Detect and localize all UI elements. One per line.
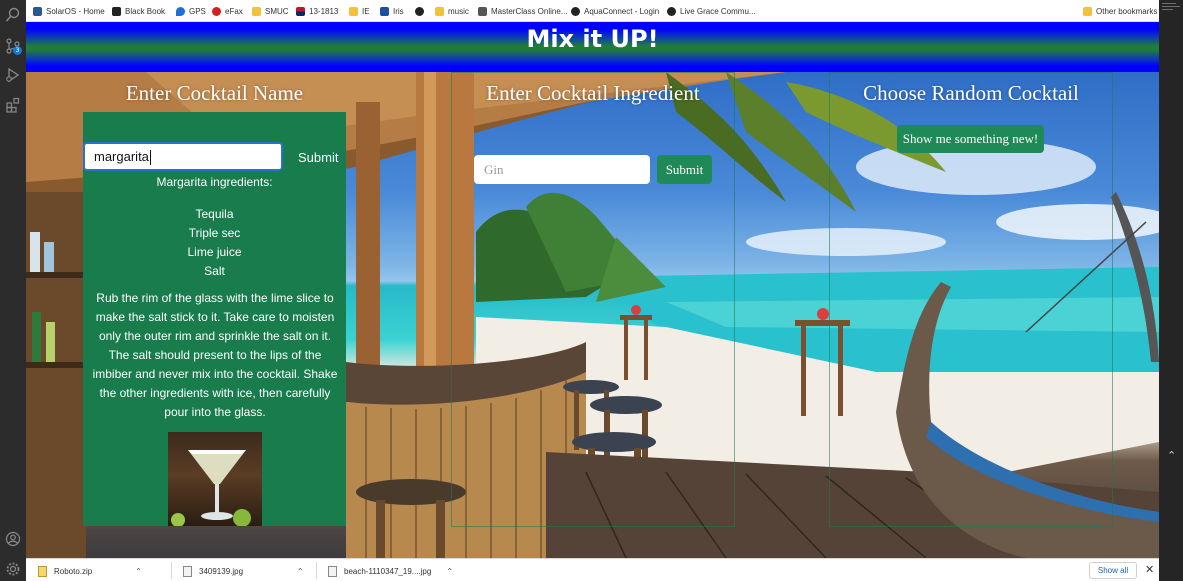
ingredient-item: Salt [204,264,225,278]
ingredient-item: Triple sec [188,226,241,240]
ingredient-column-title: Enter Cocktail Ingredient [486,81,700,105]
other-bookmarks[interactable]: Other bookmarks [1083,4,1157,18]
bookmark-label: IE [362,6,370,16]
bookmark-live-grace[interactable]: Live Grace Commu... [667,4,756,18]
chevron-up-icon[interactable]: ⌃ [1167,449,1176,462]
efax-logo-icon [212,6,221,16]
image-file-icon [328,565,337,577]
bookmark-masterclass[interactable]: MasterClass Online... [478,4,567,18]
bookmark-iris[interactable]: Iris [380,4,404,18]
bookmark-label: SMUC [265,6,289,16]
random-cocktail-button[interactable]: Show me something new! [897,125,1044,153]
run-debug-icon[interactable] [5,67,21,83]
globe-icon [667,6,676,16]
extensions-icon[interactable] [5,97,21,113]
chevron-up-icon[interactable]: ⌃ [297,567,304,576]
zip-file-icon [38,565,47,577]
bookmark-music[interactable]: music [435,4,469,18]
other-bookmarks-label: Other bookmarks [1096,6,1158,16]
download-filename: beach-1110347_19....jpg [344,566,432,576]
source-control-badge: 3 [13,46,22,55]
activity-bar: 3 [0,0,26,581]
bookmark-label: Iris [393,6,404,16]
random-column-title: Choose Random Cocktail [863,81,1079,105]
bookmark-label: Live Grace Commu... [680,6,756,16]
grid-icon [33,6,42,16]
cocktail-ingredient-input[interactable]: Gin [474,155,650,184]
cocktail-name-input[interactable]: margarita [83,142,283,171]
arizona-flag-icon [296,6,305,16]
download-filename: 3409139.jpg [199,566,244,576]
app-title: Mix it UP! [526,25,659,53]
app-header: Mix it UP! [26,22,1159,72]
globe-icon [415,6,424,16]
search-icon[interactable] [5,7,21,23]
close-icon[interactable]: ✕ [1145,563,1154,576]
cocktail-result-card: margarita Submit Margarita ingredients: … [83,112,346,526]
beach-background: Enter Cocktail Name Enter Cocktail Ingre… [26,72,1159,558]
name-submit-button[interactable]: Submit [298,150,338,165]
download-item[interactable]: Roboto.zip ⌃ [38,564,142,578]
bookmark-label: MasterClass Online... [491,6,568,16]
bookmark-label: SolarOS - Home [46,6,105,16]
bookmark-label: eFax [225,6,243,16]
ingredients-heading: Margarita ingredients: [156,175,273,189]
account-icon[interactable] [5,531,21,547]
folder-icon [349,6,358,16]
settings-gear-icon[interactable] [5,561,21,577]
bookmark-aquaconnect[interactable]: AquaConnect - Login [571,4,659,18]
ingredient-column-frame [451,72,735,527]
globe-icon [571,6,580,16]
bookmark-smuc[interactable]: SMUC [252,4,289,18]
bookmark-label: Black Book [125,6,166,16]
ingredient-list: Tequila Triple sec Lime juice Salt [83,205,346,281]
bookmark-label: AquaConnect - Login [584,6,660,16]
text-caret [149,150,151,166]
download-filename: Roboto.zip [54,566,93,576]
bookmark-label: music [448,6,469,16]
folder-icon [1083,6,1092,16]
shelf-divider [171,562,172,579]
iris-logo-icon [380,6,389,16]
bookmark-13-1813[interactable]: 13-1813 [296,4,338,18]
chevron-up-icon[interactable]: ⌃ [446,567,453,576]
folder-icon [435,6,444,16]
bookmark-gps[interactable]: GPS [176,4,206,18]
shelf-divider [316,562,317,579]
map-pin-icon [176,6,185,16]
bookmarks-bar: SolarOS - Home Black Book GPS eFax SMUC … [26,0,1159,22]
downloads-shelf: Roboto.zip ⌃ 3409139.jpg ⌃ beach-1110347… [26,558,1159,581]
download-item[interactable]: beach-1110347_19....jpg ⌃ [328,564,453,578]
bookmark-solaros[interactable]: SolarOS - Home [33,4,105,18]
name-column-title: Enter Cocktail Name [125,81,304,105]
show-all-downloads-button[interactable]: Show all [1089,562,1137,579]
margarita-glass-illustration [171,450,251,526]
ingredient-submit-button[interactable]: Submit [657,155,712,184]
bookmark-label: 13-1813 [309,6,339,16]
cocktail-instructions: Rub the rim of the glass with the lime s… [92,291,338,419]
cocktail-image [168,432,262,526]
bookmark-black-book[interactable]: Black Book [112,4,165,18]
chevron-up-icon[interactable]: ⌃ [135,567,142,576]
bookmark-label: GPS [189,6,206,16]
ingredient-item: Tequila [195,207,234,221]
masterclass-logo-icon [478,6,487,16]
image-file-icon [183,565,192,577]
bookmark-ie[interactable]: IE [349,4,370,18]
cocktail-name-value: margarita [94,149,149,164]
app-viewport: Mix it UP! Enter Cocktail Name Enter Coc… [26,22,1159,558]
ingredient-item: Lime juice [187,245,242,259]
minimap-lines [1162,3,1180,10]
editor-minimap-strip: ⌃ [1159,0,1183,581]
download-item[interactable]: 3409139.jpg ⌃ [183,564,304,578]
folder-icon [252,6,261,16]
bookmark-globe[interactable] [415,4,424,18]
bookmark-efax[interactable]: eFax [212,4,243,18]
bb-logo-icon [112,6,121,16]
